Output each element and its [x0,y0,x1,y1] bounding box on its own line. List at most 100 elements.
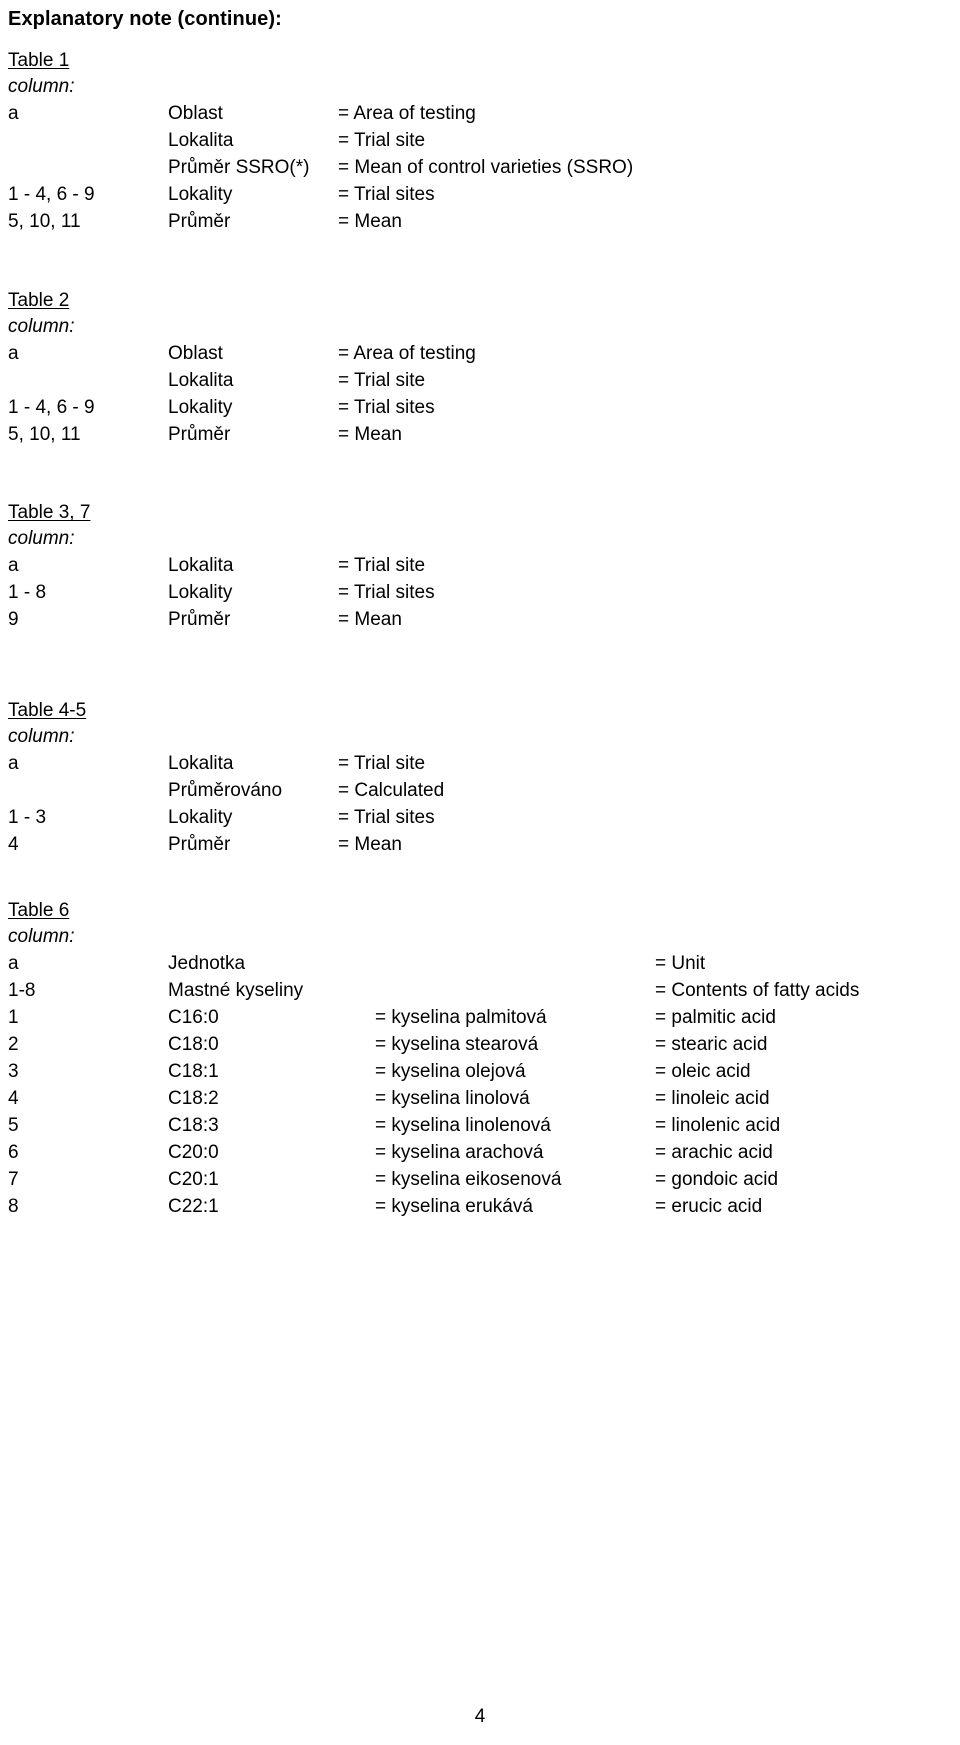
legend-term: Lokality [168,397,233,418]
legend-czech-name: = kyselina linolenová [375,1115,551,1136]
legend-key: 1 - 3 [8,807,47,828]
legend-english-name: = Contents of fatty acids [655,980,860,1001]
legend-key: 4 [8,1088,19,1109]
table-legend-section: Table 6 column: a Jednotka = Unit 1-8 Mastné k… [8,898,952,1220]
legend-key: a [8,103,19,124]
legend-translation: = Mean [338,609,402,630]
legend-key: 1-8 [8,980,36,1001]
legend-translation: = Area of testing [338,103,476,124]
legend-translation: = Trial sites [338,807,435,828]
legend-translation: = Mean of control varieties (SSRO) [338,157,634,178]
table-legend-section: Table 2 column: a Oblast = Area of testing Lo… [8,288,952,448]
table-legend-section: Table 1 column: a Oblast = Area of testing Lo… [8,48,952,235]
legend-english-name: = erucic acid [655,1196,763,1217]
legend-english-name: = stearic acid [655,1034,768,1055]
legend-czech-name: = kyselina erukává [375,1196,533,1217]
legend-term: Lokalita [168,753,234,774]
legend-english-name: = linoleic acid [655,1088,770,1109]
legend-term: Průměr [168,834,231,855]
legend-key: a [8,343,19,364]
legend-rows: a Oblast = Area of testing Lokalita = Trial … [8,100,952,235]
legend-translation: = Trial sites [338,397,435,418]
legend-translation: = Trial site [338,555,426,576]
section-heading-text: Table 3, 7 [8,502,91,523]
section-heading: Table 3, 7 [8,500,952,526]
legend-term: Oblast [168,103,223,124]
section-heading: Table 1 [8,48,952,74]
legend-row: 1 - 4, 6 - 9 Lokality = Trial sites [8,394,952,421]
section-heading-text: Table 1 [8,50,70,71]
legend-term: C20:1 [168,1169,219,1190]
legend-key: a [8,555,19,576]
section-subheading: column: [8,726,75,747]
legend-row: 5, 10, 11 Průměr = Mean [8,208,952,235]
legend-row: a Oblast = Area of testing [8,340,952,367]
legend-row: a Lokalita = Trial site [8,750,952,777]
legend-row: 7 C20:1 = kyselina eikosenová = gondoic aci… [8,1166,952,1193]
legend-translation: = Mean [338,424,402,445]
legend-czech-name: = kyselina arachová [375,1142,544,1163]
legend-czech-name: = kyselina eikosenová [375,1169,562,1190]
legend-english-name: = oleic acid [655,1061,751,1082]
legend-term: Lokalita [168,130,234,151]
legend-key: 5, 10, 11 [8,211,81,232]
legend-czech-name: = kyselina olejová [375,1061,526,1082]
legend-term: C18:3 [168,1115,219,1136]
legend-key: 1 - 8 [8,582,47,603]
section-subheading: column: [8,528,75,549]
legend-row: 3 C18:1 = kyselina olejová = oleic acid [8,1058,952,1085]
legend-term: Jednotka [168,953,246,974]
legend-key: 7 [8,1169,19,1190]
legend-rows: a Jednotka = Unit 1-8 Mastné kyseliny = Conte… [8,950,952,1220]
legend-term: Lokality [168,807,233,828]
section-heading: Table 6 [8,898,952,924]
table-legend-section: Table 4-5 column: a Lokalita = Trial site Prů… [8,698,952,858]
legend-czech-name: = kyselina linolová [375,1088,530,1109]
legend-term: Lokality [168,184,233,205]
legend-key: 6 [8,1142,19,1163]
section-subheading: column: [8,316,75,337]
legend-key: 2 [8,1034,19,1055]
legend-translation: = Trial sites [338,184,435,205]
legend-row: Průměr SSRO(*) = Mean of control varietie… [8,154,952,181]
legend-row: a Oblast = Area of testing [8,100,952,127]
legend-row: 1 - 3 Lokality = Trial sites [8,804,952,831]
legend-row: 8 C22:1 = kyselina erukává = erucic acid [8,1193,952,1220]
legend-english-name: = arachic acid [655,1142,773,1163]
legend-term: Lokalita [168,555,234,576]
legend-key: 9 [8,609,19,630]
legend-term: C22:1 [168,1196,219,1217]
legend-row: 4 C18:2 = kyselina linolová = linoleic acid [8,1085,952,1112]
legend-term: C20:0 [168,1142,219,1163]
legend-key: a [8,953,19,974]
legend-translation: = Mean [338,211,402,232]
legend-english-name: = Unit [655,953,706,974]
legend-key: 1 - 4, 6 - 9 [8,397,95,418]
section-subheading: column: [8,76,75,97]
section-subheading: column: [8,926,75,947]
legend-row: 1 C16:0 = kyselina palmitová = palmitic aci… [8,1004,952,1031]
legend-term: C18:1 [168,1061,219,1082]
legend-key: 5 [8,1115,19,1136]
legend-row: a Jednotka = Unit [8,950,952,977]
legend-row: Lokalita = Trial site [8,127,952,154]
legend-row: Lokalita = Trial site [8,367,952,394]
legend-english-name: = gondoic acid [655,1169,779,1190]
legend-term: Průměr [168,211,231,232]
legend-term: Lokalita [168,370,234,391]
legend-key: 1 - 4, 6 - 9 [8,184,95,205]
legend-translation: = Trial site [338,370,426,391]
table-legend-section: Table 3, 7 column: a Lokalita = Trial site 1 … [8,500,952,633]
section-heading-text: Table 6 [8,900,70,921]
legend-translation: = Mean [338,834,402,855]
legend-row: 9 Průměr = Mean [8,606,952,633]
legend-english-name: = palmitic acid [655,1007,776,1028]
legend-czech-name: = kyselina stearová [375,1034,539,1055]
page-number: 4 [474,1706,486,1727]
legend-translation: = Trial sites [338,582,435,603]
legend-translation: = Area of testing [338,343,476,364]
legend-term: Mastné kyseliny [168,980,304,1001]
legend-translation: = Calculated [338,780,445,801]
legend-rows: a Lokalita = Trial site 1 - 8 Lokality = Tria… [8,552,952,633]
legend-key: 5, 10, 11 [8,424,81,445]
